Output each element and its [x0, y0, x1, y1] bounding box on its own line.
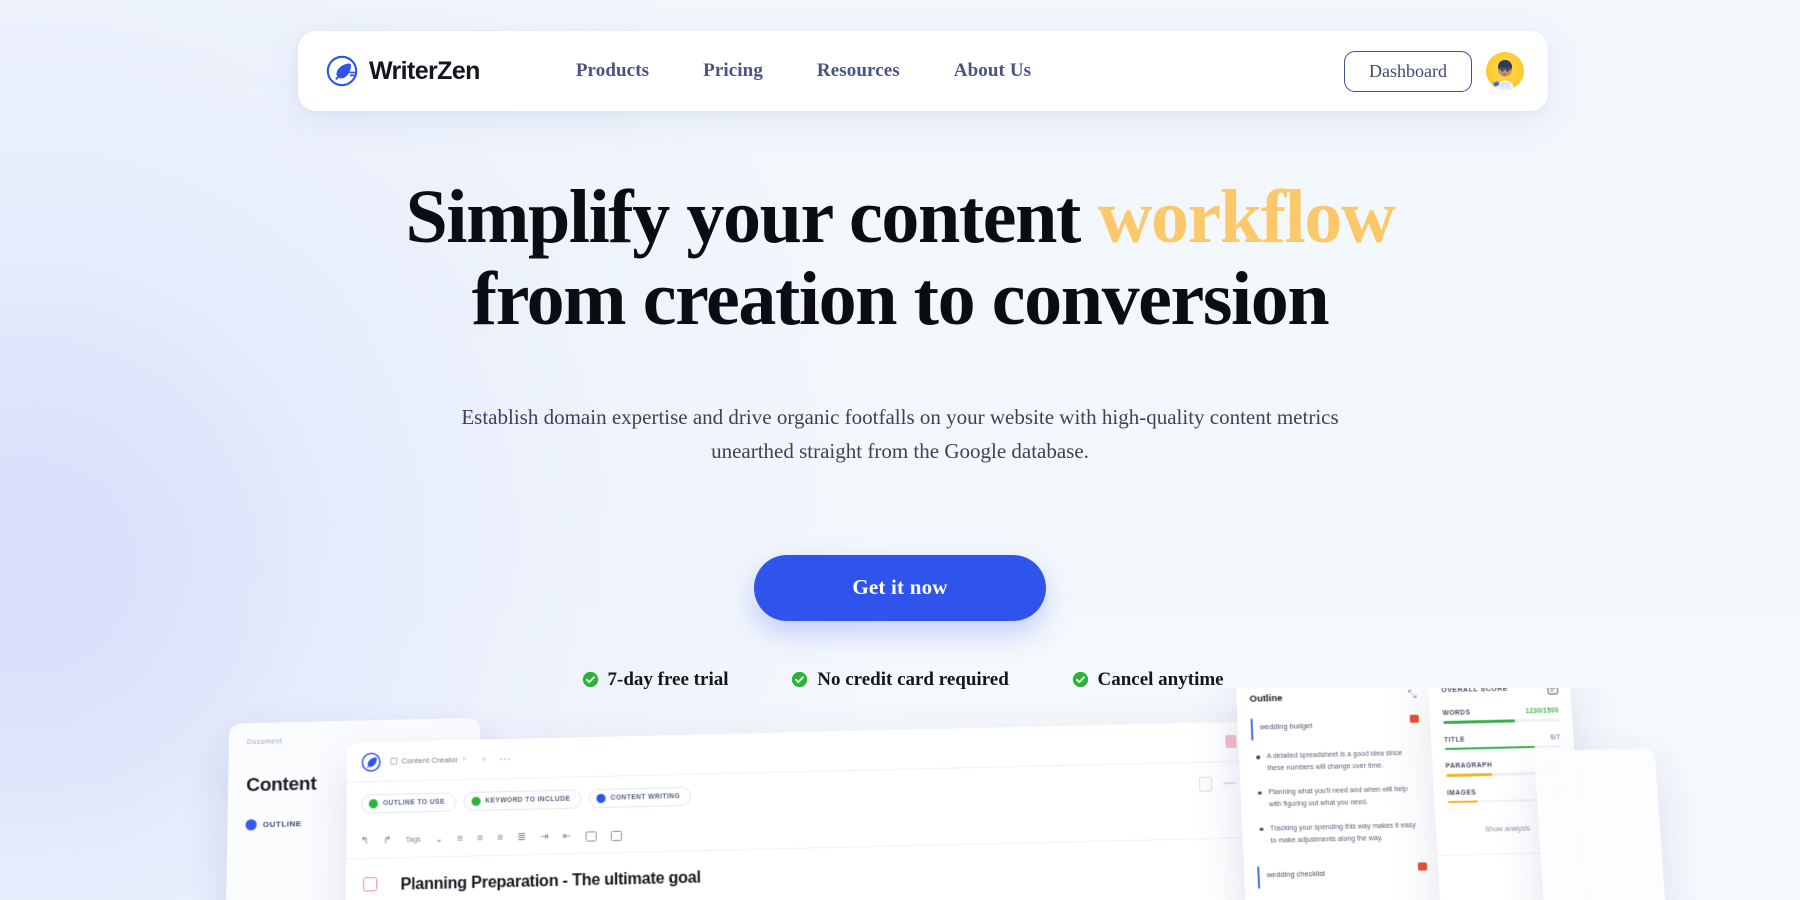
brand-logo[interactable]: WriterZen: [326, 55, 480, 87]
bullet-dot-icon: [1257, 791, 1262, 795]
page-title: Simplify your content workflow from crea…: [340, 176, 1460, 340]
status-pill-label: OUTLINE TO USE: [382, 798, 445, 807]
bullet-dot-icon: [1256, 755, 1260, 759]
landing-page: WriterZen Products Pricing Resources Abo…: [0, 0, 1800, 900]
undo-icon[interactable]: ↰: [360, 836, 369, 847]
left-card-chip: OUTLINE: [245, 818, 302, 831]
bullet-list-icon[interactable]: ≣: [517, 832, 525, 843]
metric-name: WORDS: [1442, 709, 1471, 718]
score-metric-title: TITLE 6/7: [1430, 721, 1574, 751]
outline-item[interactable]: A detailed spreadsheet is a good idea si…: [1238, 736, 1432, 776]
score-metric-words: WORDS 1230/1500: [1429, 694, 1573, 724]
align-right-icon[interactable]: ≡: [497, 832, 503, 843]
check-dot-icon: [471, 796, 481, 806]
left-card-tag: Document: [246, 738, 283, 747]
tab-label: Content Creator: [401, 755, 459, 766]
add-tab-button[interactable]: +: [481, 754, 486, 764]
nav-link-about-us[interactable]: About Us: [954, 60, 1031, 82]
outline-item-text: A detailed spreadsheet is a good idea si…: [1266, 750, 1403, 773]
document-heading: Planning Preparation - The ultimate goal: [400, 869, 701, 894]
nav-link-pricing[interactable]: Pricing: [703, 60, 763, 82]
mockup-right-card: [1534, 748, 1672, 900]
header-actions: Dashboard: [1344, 50, 1524, 92]
metric-value: 6/7: [1550, 733, 1561, 742]
tab-overflow-icon[interactable]: •••: [500, 754, 511, 763]
divider-icon: [1223, 782, 1237, 785]
outline-item-text: Planning what you'll need and when will …: [1268, 785, 1408, 809]
left-card-title: Content: [246, 773, 317, 797]
user-avatar-icon: [1493, 60, 1514, 90]
product-screenshot-mockup: Document Content OUTLINE COMPETITORS Key…: [0, 688, 1800, 900]
editor-tab-content-creator[interactable]: Content Creator ×: [390, 755, 466, 766]
tags-dropdown[interactable]: Tags: [406, 836, 421, 843]
check-dot-icon: [368, 798, 378, 808]
active-dot-icon: [596, 793, 606, 803]
headline-part-2: from creation to conversion: [471, 257, 1330, 342]
outline-accent-bar: [1250, 718, 1254, 741]
writerzen-feather-logo-icon: [326, 55, 358, 87]
outline-accent-bar: [1257, 865, 1261, 889]
nav-link-products[interactable]: Products: [576, 60, 649, 82]
tab-doc-icon: [390, 757, 398, 765]
editor-side-rail: [344, 858, 395, 900]
outline-item[interactable]: Planning what you'll need and when will …: [1240, 772, 1435, 813]
metric-name: TITLE: [1443, 736, 1466, 744]
dashboard-button[interactable]: Dashboard: [1344, 50, 1472, 92]
copy-icon[interactable]: [1198, 776, 1213, 792]
metric-name: PARAGRAPH: [1445, 762, 1493, 771]
bullet-dot-icon: [1259, 827, 1264, 832]
outline-section-heading[interactable]: wedding checklist: [1243, 845, 1439, 889]
outline-badge-icon: [1417, 862, 1428, 871]
align-left-icon[interactable]: ≡: [457, 833, 463, 844]
timer-icon[interactable]: [362, 876, 378, 892]
outline-section-heading[interactable]: wedding budget: [1237, 701, 1431, 741]
chevron-down-icon[interactable]: ⌄: [435, 834, 444, 845]
nav-link-resources[interactable]: Resources: [817, 60, 900, 82]
metric-value: 1230/1500: [1525, 707, 1559, 716]
mockup-editor-window: Content Creator × + ••• OUTLINE TO USE K…: [343, 721, 1287, 900]
image-icon[interactable]: [585, 830, 597, 842]
hero-subtitle: Establish domain expertise and drive org…: [461, 405, 1339, 464]
redo-icon[interactable]: ↱: [383, 835, 392, 846]
hero-section: Simplify your content workflow from crea…: [0, 176, 1800, 691]
score-badge-icon: [1547, 688, 1559, 695]
outdent-icon[interactable]: ⇤: [563, 831, 572, 842]
brand-name: WriterZen: [369, 56, 480, 85]
outline-item[interactable]: Tracking your spending this way makes it…: [1242, 808, 1437, 849]
outline-title: Outline: [1249, 692, 1283, 705]
indent-icon[interactable]: ⇥: [540, 831, 548, 842]
outline-item-text: Tracking your spending this way makes it…: [1269, 821, 1416, 845]
check-circle-icon: [792, 671, 808, 688]
chip-dot-icon: [245, 819, 257, 831]
metric-name: IMAGES: [1446, 789, 1477, 797]
writerzen-logo-icon: [361, 751, 381, 771]
get-it-now-button[interactable]: Get it now: [754, 554, 1046, 621]
overall-score-label: OVERALL SCORE: [1441, 688, 1509, 695]
outline-heading-text: wedding budget: [1259, 721, 1313, 732]
share-icon[interactable]: [1225, 734, 1237, 749]
outline-heading-text: wedding checklist: [1266, 868, 1326, 880]
status-pill-label: CONTENT WRITING: [610, 792, 681, 802]
collapse-icon[interactable]: ⤡: [1407, 689, 1417, 702]
status-pill-outline-to-use[interactable]: OUTLINE TO USE: [360, 791, 457, 814]
site-header: WriterZen Products Pricing Resources Abo…: [298, 31, 1548, 111]
tab-close-icon[interactable]: ×: [462, 756, 466, 763]
status-pill-keyword-to-include[interactable]: KEYWORD TO INCLUDE: [463, 788, 582, 811]
chip-label: OUTLINE: [262, 819, 302, 830]
status-pill-label: KEYWORD TO INCLUDE: [485, 795, 571, 805]
outline-badge-icon: [1409, 714, 1420, 723]
check-circle-icon: [1072, 671, 1088, 688]
mockup-outline-panel: Outline ⤡ wedding budget A detailed spre…: [1235, 688, 1451, 900]
headline-accent: workflow: [1097, 175, 1395, 259]
metric-fill: [1447, 800, 1479, 804]
table-icon[interactable]: [610, 830, 622, 841]
check-circle-icon: [582, 671, 598, 688]
status-pill-content-writing[interactable]: CONTENT WRITING: [588, 786, 692, 808]
avatar[interactable]: [1486, 52, 1524, 90]
main-navigation: Products Pricing Resources About Us: [576, 60, 1031, 82]
align-center-icon[interactable]: ≡: [477, 833, 483, 844]
headline-part-1: Simplify your content: [405, 175, 1098, 259]
